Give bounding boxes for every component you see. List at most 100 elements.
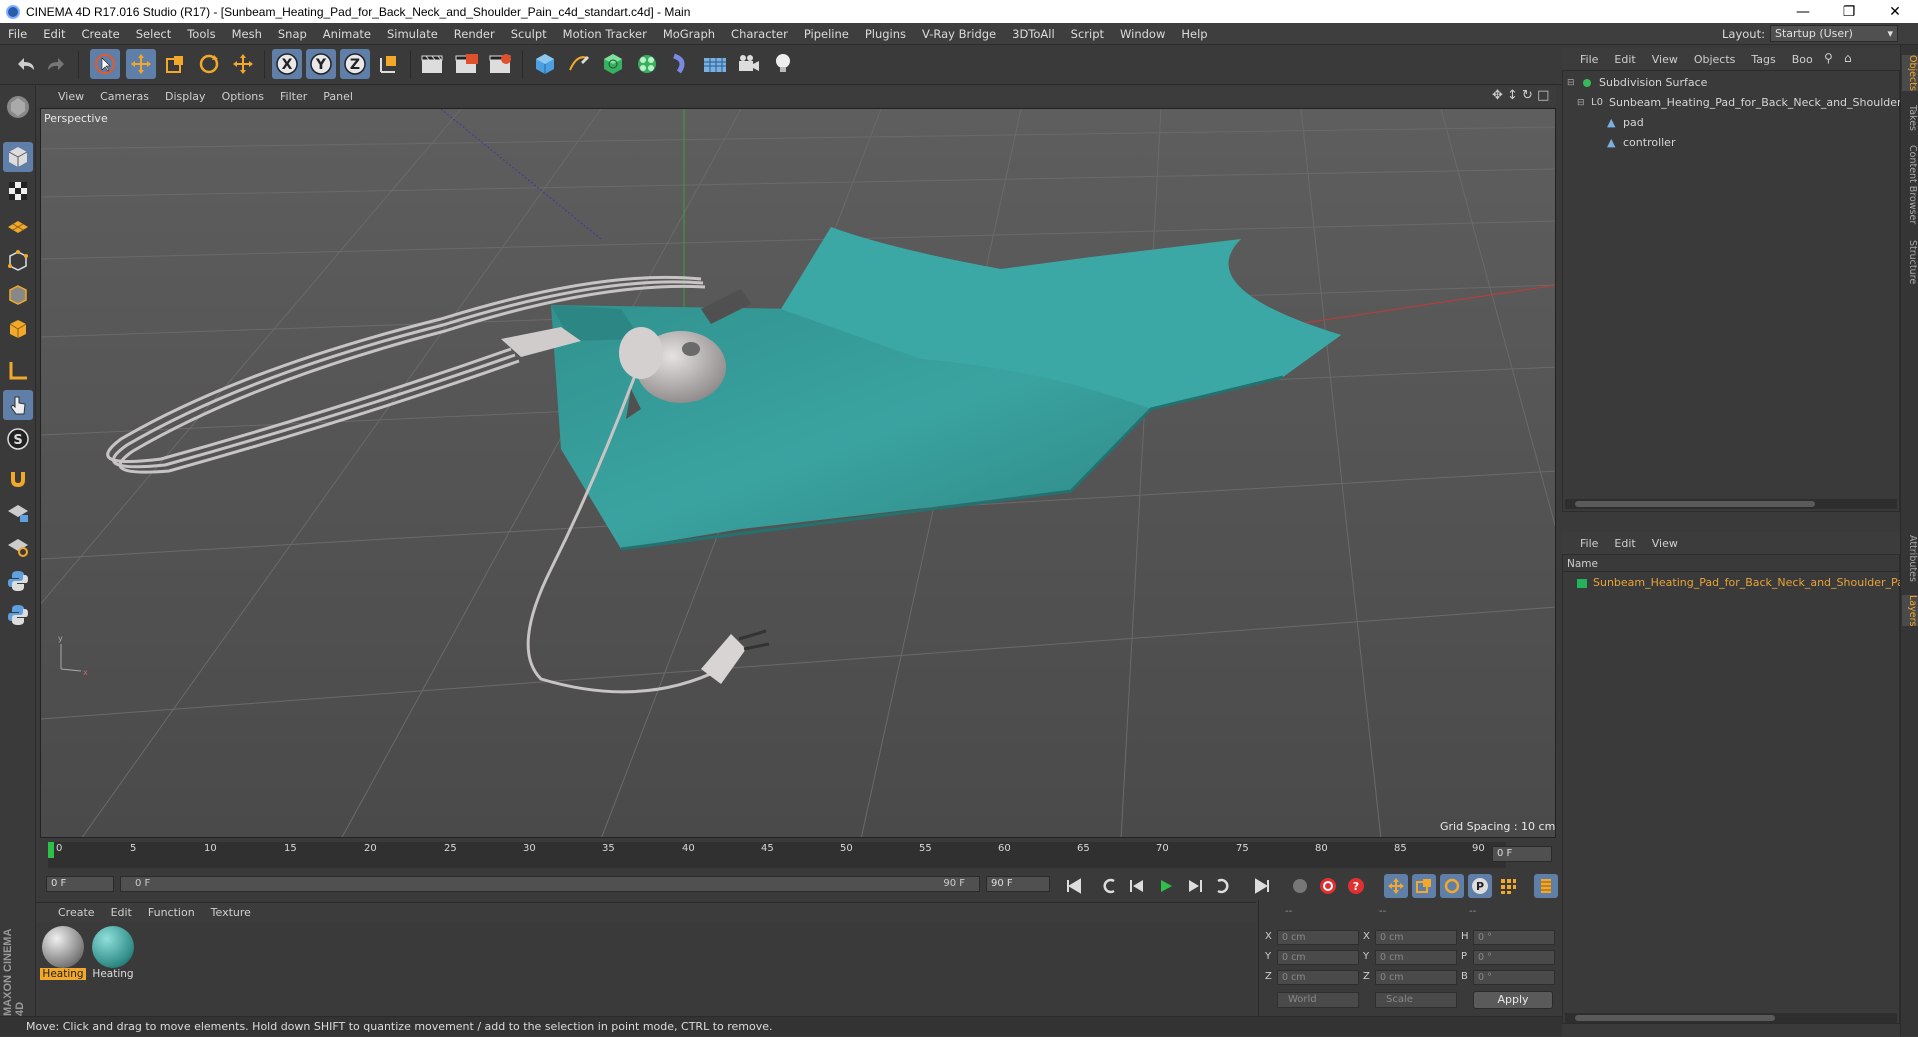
home-icon[interactable]: ⌂ — [1844, 51, 1852, 65]
workplane-mode-button[interactable] — [3, 210, 33, 240]
position-y-field[interactable]: 0 cm — [1277, 950, 1359, 965]
menu-select[interactable]: Select — [128, 27, 179, 41]
start-frame-field[interactable]: 0 F — [46, 876, 114, 892]
menu-tools[interactable]: Tools — [179, 27, 223, 41]
object-menu-view[interactable]: View — [1644, 53, 1686, 66]
position-z-field[interactable]: 0 cm — [1277, 970, 1359, 985]
position-x-field[interactable]: 0 cm — [1277, 930, 1359, 945]
size-x-field[interactable]: 0 cm — [1375, 930, 1457, 945]
render-settings-button[interactable] — [486, 49, 516, 79]
texture-mode-button[interactable] — [3, 176, 33, 206]
light-button[interactable] — [768, 49, 798, 79]
viewport-menu-panel[interactable]: Panel — [315, 90, 361, 103]
z-axis-button[interactable]: Z — [340, 49, 370, 79]
x-axis-button[interactable]: X — [272, 49, 302, 79]
edges-mode-button[interactable] — [3, 280, 33, 310]
rotate-tool-button[interactable] — [194, 49, 224, 79]
viewport-menu-cameras[interactable]: Cameras — [92, 90, 157, 103]
deformer-button[interactable] — [666, 49, 696, 79]
record-off-button[interactable] — [1288, 874, 1312, 898]
menu-window[interactable]: Window — [1112, 27, 1173, 41]
python-script-button[interactable] — [3, 566, 33, 596]
menu-edit[interactable]: Edit — [35, 27, 73, 41]
y-axis-button[interactable]: Y — [306, 49, 336, 79]
tree-item-controller[interactable]: ▲ controller — [1563, 133, 1901, 153]
polygons-mode-button[interactable] — [3, 314, 33, 344]
viewport-menu-view[interactable]: View — [50, 90, 92, 103]
menu-pipeline[interactable]: Pipeline — [796, 27, 857, 41]
material-swatch[interactable]: Heating — [90, 926, 136, 982]
menu-vray-bridge[interactable]: V-Ray Bridge — [914, 27, 1004, 41]
coordinate-space-dropdown[interactable]: World — [1277, 992, 1359, 1008]
render-view-button[interactable] — [418, 49, 448, 79]
key-pla-button[interactable] — [1496, 874, 1520, 898]
menu-sculpt[interactable]: Sculpt — [503, 27, 555, 41]
object-menu-bookmarks[interactable]: Boo — [1784, 53, 1821, 66]
menu-help[interactable]: Help — [1173, 27, 1215, 41]
subdivision-generator-button[interactable] — [598, 49, 628, 79]
tree-item-pad[interactable]: ▲ pad — [1563, 113, 1901, 133]
menu-simulate[interactable]: Simulate — [379, 27, 446, 41]
object-menu-file[interactable]: File — [1572, 53, 1606, 66]
search-icon[interactable]: ⚲ — [1824, 51, 1833, 65]
tree-item-heating-pad-null[interactable]: ⊟ L0 Sunbeam_Heating_Pad_for_Back_Neck_a… — [1563, 93, 1901, 113]
tab-attributes[interactable]: Attributes — [1902, 535, 1918, 582]
size-z-field[interactable]: 0 cm — [1375, 970, 1457, 985]
layer-menu-edit[interactable]: Edit — [1606, 537, 1643, 550]
key-scale-button[interactable] — [1412, 874, 1436, 898]
next-key-button[interactable] — [1210, 874, 1234, 898]
size-mode-dropdown[interactable]: Scale — [1375, 992, 1457, 1008]
object-menu-tags[interactable]: Tags — [1743, 53, 1783, 66]
3d-viewport[interactable]: y x — [40, 108, 1556, 838]
scale-tool-button[interactable] — [160, 49, 190, 79]
make-editable-button[interactable] — [3, 92, 33, 122]
tab-takes[interactable]: Takes — [1902, 105, 1918, 131]
menu-render[interactable]: Render — [446, 27, 503, 41]
layout-dropdown[interactable]: Startup (User) ▾ — [1770, 25, 1898, 42]
object-tree-scrollbar[interactable] — [1565, 499, 1897, 509]
rotation-p-field[interactable]: 0 ° — [1473, 950, 1555, 965]
camera-button[interactable] — [734, 49, 764, 79]
points-mode-button[interactable] — [3, 246, 33, 276]
coordinate-system-button[interactable] — [374, 49, 404, 79]
minimize-button[interactable]: — — [1780, 0, 1826, 23]
record-active-button[interactable] — [1316, 874, 1340, 898]
viewport-menu-options[interactable]: Options — [214, 90, 272, 103]
redo-button[interactable] — [42, 49, 72, 79]
menu-create[interactable]: Create — [74, 27, 128, 41]
tab-layers[interactable]: Layers — [1902, 595, 1918, 627]
python-console-button[interactable] — [3, 600, 33, 630]
object-menu-edit[interactable]: Edit — [1606, 53, 1643, 66]
size-y-field[interactable]: 0 cm — [1375, 950, 1457, 965]
play-button[interactable] — [1154, 874, 1178, 898]
menu-plugins[interactable]: Plugins — [857, 27, 914, 41]
axis-mode-button[interactable] — [3, 356, 33, 386]
key-parameter-button[interactable]: P — [1468, 874, 1492, 898]
magnet-tool-button[interactable] — [3, 464, 33, 494]
rotation-h-field[interactable]: 0 ° — [1473, 930, 1555, 945]
rotation-b-field[interactable]: 0 ° — [1473, 970, 1555, 985]
go-to-start-button[interactable] — [1062, 874, 1086, 898]
cube-primitive-button[interactable] — [530, 49, 560, 79]
previous-key-button[interactable] — [1098, 874, 1122, 898]
layer-list-scrollbar[interactable] — [1565, 1013, 1897, 1023]
live-selection-button[interactable] — [90, 49, 120, 79]
menu-character[interactable]: Character — [723, 27, 796, 41]
layer-row[interactable]: Sunbeam_Heating_Pad_for_Back_Neck_and_Sh… — [1563, 573, 1901, 593]
render-to-picture-viewer-button[interactable] — [452, 49, 482, 79]
key-position-button[interactable] — [1384, 874, 1408, 898]
viewport-menu-filter[interactable]: Filter — [272, 90, 315, 103]
frame-range-slider[interactable]: 0 F 90 F — [120, 876, 980, 892]
mograph-cloner-button[interactable] — [632, 49, 662, 79]
menu-file[interactable]: File — [0, 27, 35, 41]
layer-menu-view[interactable]: View — [1644, 537, 1686, 550]
object-menu-objects[interactable]: Objects — [1686, 53, 1744, 66]
menu-animate[interactable]: Animate — [315, 27, 379, 41]
end-frame-field[interactable]: 90 F — [986, 876, 1050, 892]
tree-item-subdivision-surface[interactable]: ⊟ Subdivision Surface — [1563, 73, 1901, 93]
material-menu-create[interactable]: Create — [50, 906, 103, 919]
key-rotation-button[interactable] — [1440, 874, 1464, 898]
menu-script[interactable]: Script — [1063, 27, 1112, 41]
menu-mograph[interactable]: MoGraph — [655, 27, 723, 41]
undo-button[interactable] — [10, 49, 40, 79]
